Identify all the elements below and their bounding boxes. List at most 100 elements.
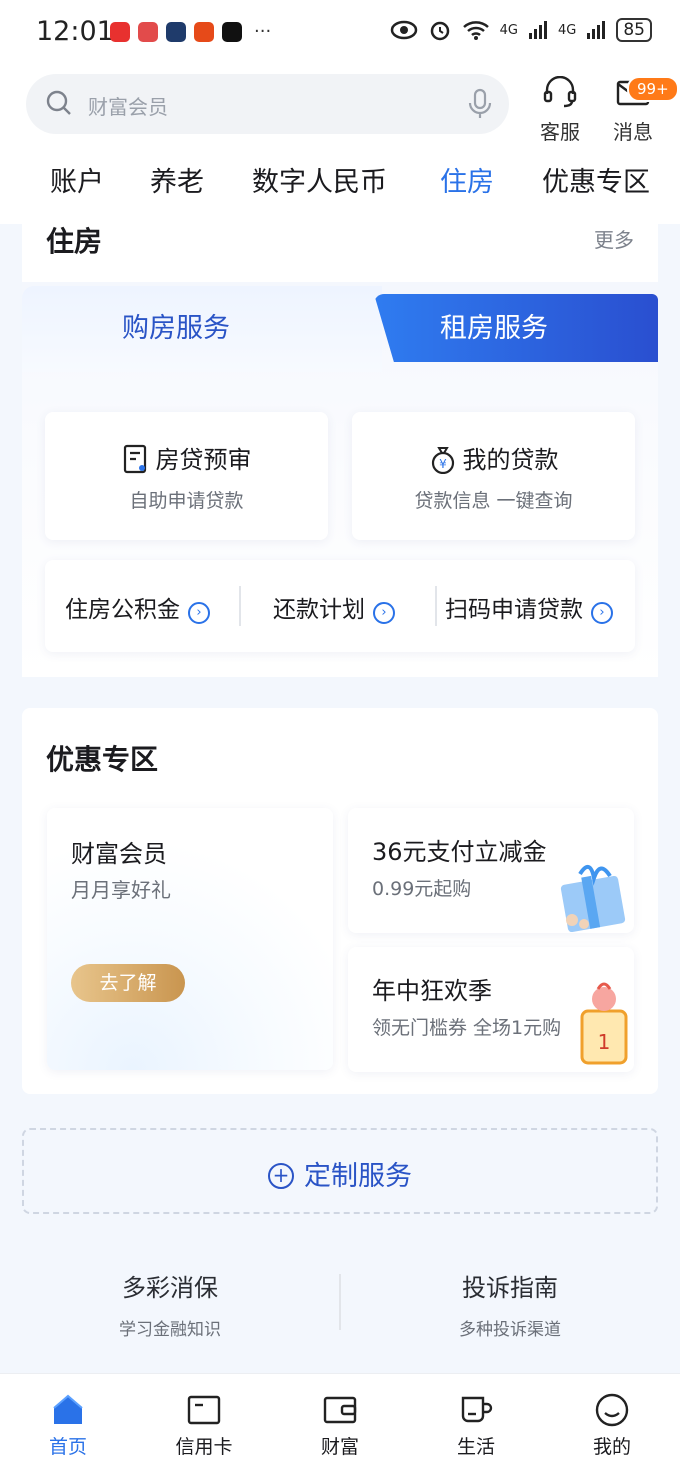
cup-icon [461, 1396, 493, 1423]
footer-link-title: 投诉指南 [462, 1274, 558, 1302]
custom-service-button[interactable]: + 定制服务 [22, 1128, 658, 1214]
nav-label: 首页 [48, 1436, 87, 1458]
offer-title: 财富会员 [71, 840, 167, 868]
nav-life[interactable]: 生活 [436, 1392, 516, 1459]
chevron-right-icon: › [188, 602, 210, 624]
message-count-badge: 99+ [627, 76, 679, 102]
link-label: 扫码申请贷款 [445, 597, 583, 623]
nav-credit-card[interactable]: 信用卡 [164, 1392, 244, 1459]
link-repayment-plan[interactable]: 还款计划 › [273, 590, 395, 624]
tab-buy-label: 购房服务 [122, 313, 230, 344]
nav-wealth[interactable]: 财富 [300, 1392, 380, 1459]
tab-offers[interactable]: 优惠专区 [542, 160, 650, 199]
money-bag-icon: ¥ [431, 447, 454, 475]
midyear-carnival-card[interactable]: 年中狂欢季 领无门槛券 全场1元购 1 [348, 947, 634, 1072]
app-notification-icon [194, 21, 214, 42]
complaint-guide-link[interactable]: 投诉指南 多种投诉渠道 [340, 1268, 680, 1340]
offer-title: 36元支付立减金 [372, 838, 547, 866]
search-bar[interactable]: 财富会员 [26, 74, 509, 134]
tab-digital-rmb[interactable]: 数字人民币 [252, 160, 387, 199]
offer-subtitle: 0.99元起购 [372, 878, 472, 900]
app-notification-icon [166, 21, 186, 42]
consumer-protection-link[interactable]: 多彩消保 学习金融知识 [0, 1268, 340, 1340]
gift-box-icon [560, 865, 626, 932]
tab-buy-service[interactable]: 购房服务 [22, 286, 382, 372]
section-title: 优惠专区 [46, 743, 159, 776]
status-app-icons: ··· [110, 21, 271, 42]
link-label: 住房公积金 [65, 597, 180, 623]
offer-title: 年中狂欢季 [372, 977, 492, 1005]
top-header: 财富会员 客服 消息 99+ 账户 养老 数字人民币 住房 优惠专区 [0, 64, 680, 224]
tab-housing[interactable]: 住房 [440, 160, 494, 199]
tiktok-icon [222, 21, 242, 42]
search-placeholder: 财富会员 [88, 95, 168, 119]
service-subtitle: 贷款信息 一键查询 [414, 490, 573, 512]
divider [435, 586, 437, 626]
smile-icon [595, 1393, 629, 1427]
offers-section: 优惠专区 财富会员 月月享好礼 去了解 36元支付立减金 0.99元起购 年中狂… [22, 708, 658, 1094]
nav-label: 财富 [320, 1436, 359, 1458]
footer-link-title: 多彩消保 [122, 1274, 218, 1302]
section-title: 住房 [46, 225, 103, 258]
housing-section: 住房 更多 购房服务 租房服务 房贷预审 自助申请贷款 ¥ 我的贷款 贷款信息 一… [22, 212, 658, 677]
customer-service-label: 客服 [540, 120, 580, 144]
tab-account[interactable]: 账户 [50, 160, 104, 199]
tab-rent-service[interactable]: 租房服务 [374, 294, 658, 362]
payment-discount-card[interactable]: 36元支付立减金 0.99元起购 [348, 808, 634, 933]
microphone-icon[interactable] [467, 88, 493, 120]
status-indicators: 4G 4G 85 [390, 18, 652, 42]
battery-indicator: 85 [616, 18, 652, 42]
more-notifications-icon: ··· [254, 21, 272, 42]
housing-quick-links: 住房公积金 › 还款计划 › 扫码申请贷款 › [45, 560, 635, 652]
custom-service-label: 定制服务 [304, 1161, 412, 1192]
link-scan-apply-loan[interactable]: 扫码申请贷款 › [445, 590, 613, 624]
wealth-member-card[interactable]: 财富会员 月月享好礼 去了解 [47, 808, 333, 1070]
service-subtitle: 自助申请贷款 [129, 490, 244, 512]
tab-pension[interactable]: 养老 [150, 160, 204, 199]
alarm-icon [430, 21, 449, 41]
chevron-right-icon: › [373, 602, 395, 624]
learn-more-button[interactable]: 去了解 [71, 964, 185, 1002]
signal-icon [587, 21, 606, 39]
add-circle-icon: + [268, 1163, 294, 1189]
divider [239, 586, 241, 626]
more-link[interactable]: 更多 [594, 224, 634, 253]
svg-text:¥: ¥ [439, 457, 447, 471]
nav-mine[interactable]: 我的 [572, 1392, 652, 1459]
service-title-text: 房贷预审 [155, 446, 252, 474]
messages-label: 消息 [613, 120, 653, 144]
footer-link-subtitle: 学习金融知识 [119, 1320, 221, 1340]
link-housing-fund[interactable]: 住房公积金 › [65, 590, 210, 624]
custom-service-content: + 定制服务 [24, 1154, 656, 1193]
search-icon [46, 90, 71, 115]
chevron-right-icon: › [591, 602, 613, 624]
nav-home[interactable]: 首页 [28, 1392, 108, 1459]
nav-label: 信用卡 [175, 1436, 233, 1458]
service-title: ¥ 我的贷款 [352, 440, 635, 475]
document-icon [123, 444, 146, 474]
app-notification-icon [138, 21, 158, 42]
service-title-text: 我的贷款 [462, 446, 559, 474]
footer-link-subtitle: 多种投诉渠道 [459, 1320, 561, 1340]
signal-4g-label: 4G [558, 22, 577, 38]
nav-label: 生活 [456, 1436, 495, 1458]
tab-rent-label: 租房服务 [440, 313, 548, 344]
my-loan-card[interactable]: ¥ 我的贷款 贷款信息 一键查询 [352, 412, 635, 540]
mortgage-pre-approval-card[interactable]: 房贷预审 自助申请贷款 [45, 412, 328, 540]
card-icon [187, 1395, 221, 1425]
nav-label: 我的 [592, 1436, 631, 1458]
wifi-icon [462, 21, 489, 40]
eye-icon [390, 20, 417, 40]
status-bar: 12:01 ··· 4G 4G 85 [0, 0, 680, 64]
service-title: 房贷预审 [45, 440, 328, 475]
app-notification-icon [110, 21, 130, 42]
signal-4g-label: 4G [499, 22, 518, 38]
status-time: 12:01 [36, 16, 114, 47]
messages-button[interactable]: 消息 99+ [603, 76, 679, 145]
home-icon [53, 1394, 83, 1424]
offer-subtitle: 月月享好礼 [71, 878, 171, 902]
housing-segment-control: 购房服务 租房服务 [22, 286, 658, 372]
customer-service-button[interactable]: 客服 [530, 75, 590, 145]
signal-icon [529, 21, 547, 39]
bottom-navigation: 首页 信用卡 财富 生活 我的 [0, 1373, 680, 1473]
